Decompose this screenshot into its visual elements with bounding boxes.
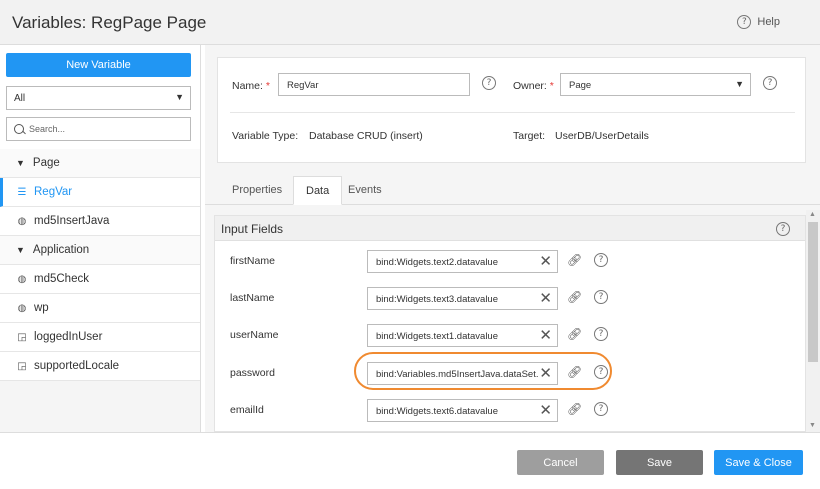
- save-button[interactable]: Save: [616, 450, 703, 475]
- scroll-thumb[interactable]: [808, 222, 818, 362]
- name-label-text: Name:: [232, 80, 263, 92]
- filter-value: All: [14, 93, 26, 104]
- input-fields-header: Input Fields ?: [215, 216, 805, 241]
- database-icon: ☰: [17, 186, 27, 198]
- input-fields-help-icon[interactable]: ?: [776, 222, 790, 236]
- cancel-button[interactable]: Cancel: [517, 450, 604, 475]
- tree-item-label: Page: [32, 157, 60, 169]
- dialog-title: Variables: RegPage Page: [12, 13, 207, 32]
- tree-item-label: supportedLocale: [34, 360, 120, 372]
- link-icon[interactable]: 🔗︎: [567, 290, 582, 304]
- triangle-down-icon: ▼: [16, 245, 25, 255]
- search-icon: [14, 124, 24, 134]
- variable-type-value: Database CRUD (insert): [309, 130, 423, 142]
- field-label-emailid: emailId: [230, 404, 264, 416]
- tree-item-label: loggedInUser: [34, 331, 103, 343]
- link-icon[interactable]: 🔗︎: [567, 327, 582, 341]
- tree-item-wp[interactable]: ◍ wp: [0, 294, 200, 323]
- search-placeholder: Search...: [29, 124, 66, 134]
- sidebar-controls: New Variable All ▼ Search...: [0, 45, 200, 149]
- required-marker: *: [265, 80, 270, 92]
- tree-group-application[interactable]: ▼ Application: [0, 236, 200, 265]
- emailid-binding-input[interactable]: bind:Widgets.text6.datavalue ✕: [367, 399, 558, 422]
- globe-icon: ◍: [17, 273, 27, 285]
- divider: [230, 112, 795, 113]
- tree-item-md5check[interactable]: ◍ md5Check: [0, 265, 200, 294]
- clear-icon[interactable]: ✕: [539, 291, 552, 306]
- field-label-firstname: firstName: [230, 255, 275, 267]
- required-marker: *: [549, 80, 554, 92]
- target-label: Target:: [513, 130, 546, 142]
- help-label: Help: [757, 16, 780, 28]
- globe-icon: ◍: [17, 302, 27, 314]
- clear-icon[interactable]: ✕: [539, 328, 552, 343]
- variable-tree: ▼ Page ☰ RegVar ◍ md5InsertJava ▼ Applic…: [0, 149, 200, 381]
- name-input[interactable]: RegVar: [278, 73, 470, 96]
- scroll-up-icon[interactable]: ▲: [809, 211, 816, 218]
- owner-help-icon[interactable]: ?: [763, 76, 777, 90]
- caret-down-icon: ▼: [735, 79, 744, 89]
- question-icon[interactable]: ?: [594, 290, 608, 304]
- field-label-lastname: lastName: [230, 292, 275, 304]
- binding-value: bind:Widgets.text6.datavalue: [376, 406, 498, 417]
- triangle-down-icon: ▼: [16, 158, 25, 168]
- tree-item-regvar[interactable]: ☰ RegVar: [0, 178, 200, 207]
- firstname-binding-input[interactable]: bind:Widgets.text2.datavalue ✕: [367, 250, 558, 273]
- input-fields-title: Input Fields: [221, 222, 284, 236]
- editor-tabs: Properties Data Events: [205, 176, 820, 205]
- link-icon[interactable]: 🔗︎: [567, 402, 582, 416]
- input-fields-scrollbar[interactable]: ▲ ▼: [806, 210, 820, 432]
- tree-item-supportedlocale[interactable]: ◲ supportedLocale: [0, 352, 200, 381]
- tree-item-label: Application: [32, 244, 90, 256]
- owner-select[interactable]: Page ▼: [560, 73, 751, 96]
- tree-item-loggedinuser[interactable]: ◲ loggedInUser: [0, 323, 200, 352]
- new-variable-button[interactable]: New Variable: [6, 53, 191, 77]
- question-icon[interactable]: ?: [594, 327, 608, 341]
- help-button[interactable]: ? Help: [737, 15, 780, 29]
- tree-item-label: RegVar: [34, 186, 73, 198]
- field-label-password: password: [230, 367, 275, 379]
- variables-sidebar: New Variable All ▼ Search... ▼ Page ☰ Re…: [0, 45, 201, 432]
- owner-label-text: Owner:: [513, 80, 547, 92]
- variable-type-label: Variable Type:: [232, 130, 299, 142]
- name-label: Name: *: [232, 80, 270, 92]
- question-icon[interactable]: ?: [594, 402, 608, 416]
- question-icon: ?: [737, 15, 752, 29]
- binding-value: bind:Widgets.text3.datavalue: [376, 294, 498, 305]
- input-fields-panel: Input Fields ? firstName bind:Widgets.te…: [214, 215, 806, 432]
- password-highlight-annotation: [354, 352, 612, 390]
- variable-filter-select[interactable]: All ▼: [6, 86, 191, 110]
- owner-label: Owner: *: [513, 80, 554, 92]
- tree-group-page[interactable]: ▼ Page: [0, 149, 200, 178]
- properties-panel: Name: * RegVar ? Owner: * Page ▼ ? Varia…: [217, 57, 806, 163]
- clear-icon[interactable]: ✕: [539, 254, 552, 269]
- field-label-username: userName: [230, 329, 279, 341]
- caret-down-icon: ▼: [175, 92, 184, 102]
- tree-item-label: wp: [34, 302, 49, 314]
- tab-events[interactable]: Events: [336, 176, 394, 205]
- owner-value: Page: [569, 80, 592, 91]
- save-close-button[interactable]: Save & Close: [714, 450, 803, 475]
- dialog-header: Variables: RegPage Page ? Help: [0, 0, 820, 45]
- scroll-down-icon[interactable]: ▼: [809, 422, 816, 429]
- target-value: UserDB/UserDetails: [555, 130, 649, 142]
- link-icon[interactable]: 🔗︎: [567, 253, 582, 267]
- dialog-footer: Cancel Save Save & Close: [0, 432, 820, 489]
- username-binding-input[interactable]: bind:Widgets.text1.datavalue ✕: [367, 324, 558, 347]
- tab-properties[interactable]: Properties: [220, 176, 294, 205]
- tree-item-label: md5Check: [34, 273, 89, 285]
- binding-value: bind:Widgets.text1.datavalue: [376, 331, 498, 342]
- tree-item-label: md5InsertJava: [34, 215, 110, 227]
- globe-icon: ◍: [17, 215, 27, 227]
- binding-value: bind:Widgets.text2.datavalue: [376, 257, 498, 268]
- variable-search-input[interactable]: Search...: [6, 117, 191, 141]
- question-icon[interactable]: ?: [594, 253, 608, 267]
- model-icon: ◲: [17, 360, 27, 372]
- lastname-binding-input[interactable]: bind:Widgets.text3.datavalue ✕: [367, 287, 558, 310]
- clear-icon[interactable]: ✕: [539, 403, 552, 418]
- name-help-icon[interactable]: ?: [482, 76, 496, 90]
- tree-item-md5insertjava[interactable]: ◍ md5InsertJava: [0, 207, 200, 236]
- tab-data[interactable]: Data: [293, 176, 343, 205]
- model-icon: ◲: [17, 331, 27, 343]
